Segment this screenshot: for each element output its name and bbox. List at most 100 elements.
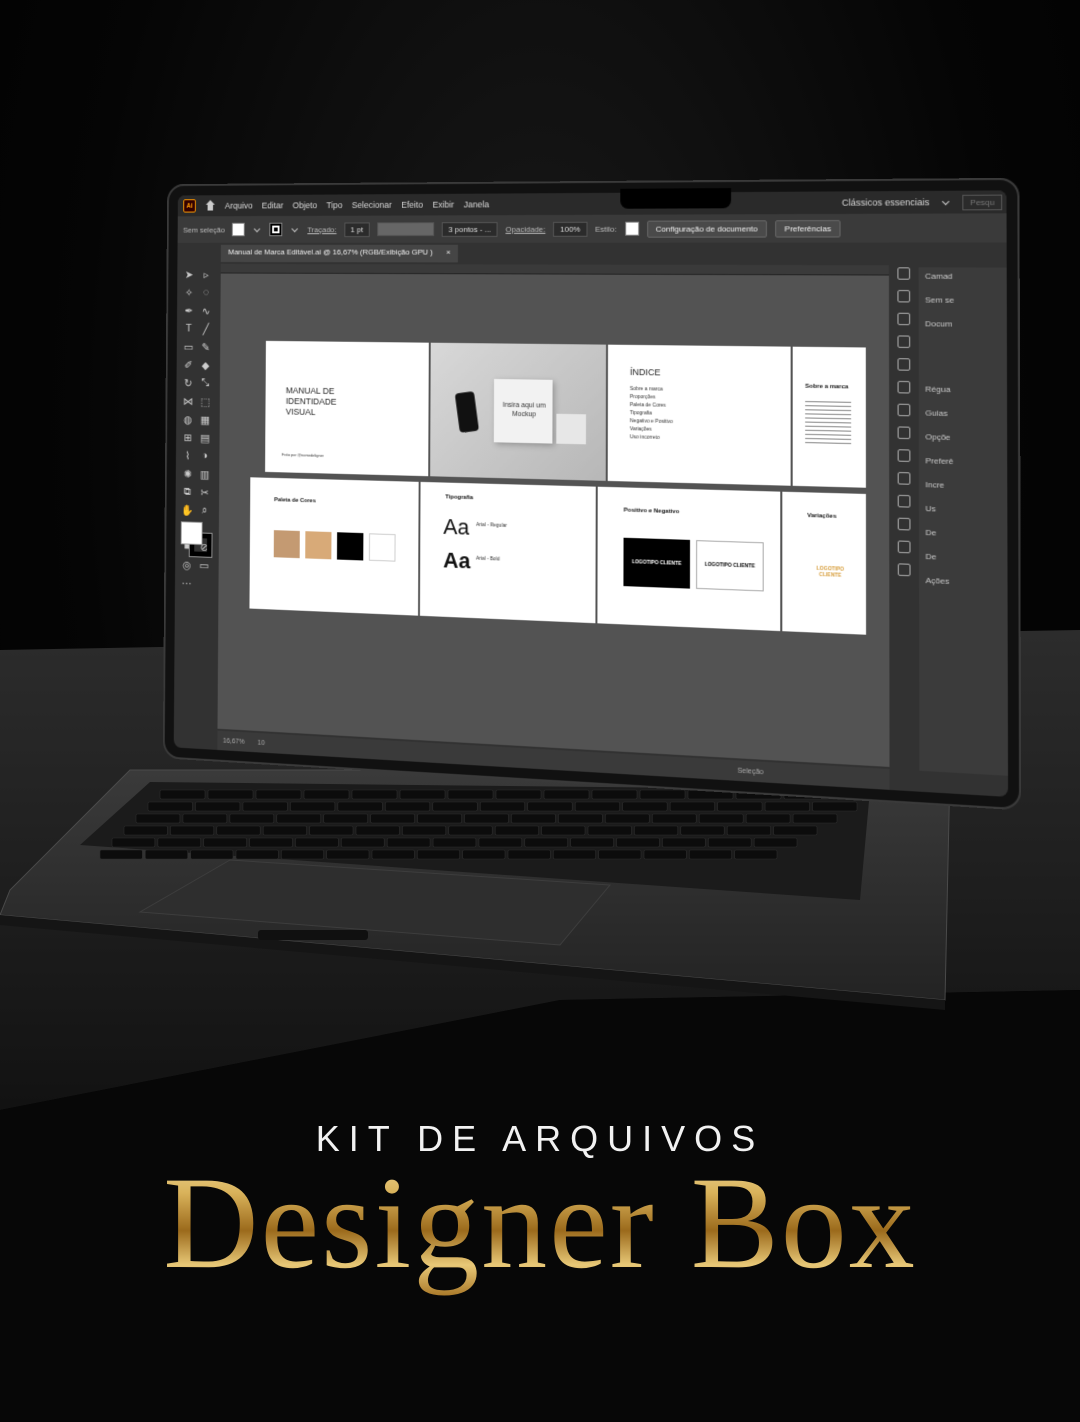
selection-tool-icon[interactable]: ➤ — [181, 266, 197, 283]
menu-objeto[interactable]: Objeto — [293, 200, 318, 210]
menu-janela[interactable]: Janela — [464, 199, 490, 209]
keyboard-key — [123, 825, 168, 836]
layers-icon[interactable] — [897, 380, 911, 394]
direct-selection-tool-icon[interactable]: ▹ — [198, 266, 214, 283]
chevron-down-icon[interactable] — [254, 225, 261, 232]
preferences-button[interactable]: Preferências — [775, 219, 841, 238]
page-number[interactable]: 10 — [258, 739, 265, 746]
fill-color-icon[interactable] — [180, 521, 203, 546]
mesh-tool-icon[interactable]: ⊞ — [180, 429, 196, 447]
artboard-tool-icon[interactable]: ⧉ — [179, 483, 195, 501]
zoom-tool-icon[interactable]: ⌕ — [196, 502, 212, 520]
panel-guides[interactable]: Guias — [925, 408, 1000, 419]
gradient-icon[interactable] — [897, 494, 911, 508]
menu-arquivo[interactable]: Arquivo — [225, 201, 253, 211]
document-tab[interactable]: Manual de Marca Editável.ai @ 16,67% (RG… — [220, 244, 459, 263]
paintbrush-tool-icon[interactable]: ✎ — [197, 338, 213, 355]
shaper-tool-icon[interactable]: ✐ — [180, 356, 196, 373]
panel-checkbox-1[interactable]: Us — [925, 504, 1000, 516]
symbols-icon[interactable] — [897, 335, 911, 348]
keyboard-key — [726, 825, 771, 836]
menu-tipo[interactable]: Tipo — [326, 200, 342, 210]
artboard-positive-negative[interactable]: Positivo e Negativo LOGOTIPO CLIENTE LOG… — [597, 486, 781, 632]
transform-icon[interactable] — [897, 403, 911, 417]
appearance-icon[interactable] — [897, 426, 911, 440]
lasso-tool-icon[interactable]: ◌ — [198, 284, 214, 301]
brush-panel-icon[interactable] — [897, 312, 911, 326]
magic-wand-tool-icon[interactable]: ✧ — [181, 284, 197, 301]
stroke-swatch[interactable] — [269, 222, 283, 237]
color-swatch-1 — [273, 530, 300, 559]
swatches-icon[interactable] — [897, 472, 911, 485]
eyedropper-tool-icon[interactable]: ⌇ — [180, 447, 196, 465]
color-icon[interactable] — [897, 449, 911, 462]
keyboard-key — [462, 849, 506, 860]
panel-tab-layers[interactable]: Camad — [925, 272, 1000, 282]
workspace-switcher[interactable]: Clássicos essenciais — [842, 197, 930, 208]
brand-title: Designer Box — [0, 1148, 1080, 1298]
type-tool-icon[interactable]: T — [180, 320, 196, 337]
scale-tool-icon[interactable]: ⤡ — [197, 374, 213, 391]
artboard-palette[interactable]: Paleta de Cores — [249, 477, 419, 616]
chevron-down-icon[interactable] — [942, 197, 950, 205]
free-transform-tool-icon[interactable]: ⬚ — [197, 393, 213, 411]
panel-preferences[interactable]: Preferê — [925, 456, 1000, 467]
opacity-input[interactable]: 100% — [553, 221, 588, 237]
artboard-mockup[interactable]: Insira aqui um Mockup — [430, 342, 607, 481]
hand-tool-icon[interactable]: ✋ — [179, 501, 195, 519]
keyboard-key — [203, 837, 247, 848]
keyboard-key — [432, 837, 477, 848]
fill-swatch[interactable] — [232, 222, 245, 237]
panel-checkbox-2[interactable]: De — [925, 528, 1000, 540]
properties-icon[interactable] — [897, 290, 911, 303]
artboard-cover[interactable]: MANUAL DE IDENTIDADE VISUAL Feito por @n… — [265, 340, 429, 477]
style-swatch[interactable] — [624, 221, 639, 236]
menu-exibir[interactable]: Exibir — [433, 200, 455, 210]
symbol-sprayer-tool-icon[interactable]: ✺ — [179, 465, 195, 483]
gradient-tool-icon[interactable]: ▤ — [197, 429, 213, 447]
chevron-down-icon[interactable] — [291, 225, 299, 232]
artboard-index[interactable]: ÍNDICE Sobre a marca Proporções Paleta d… — [607, 344, 791, 486]
align-icon[interactable] — [897, 563, 911, 577]
stroke-weight-input[interactable]: 1 pt — [343, 221, 370, 237]
brush-select[interactable]: 3 pontos - ... — [441, 221, 498, 237]
close-icon[interactable]: × — [446, 248, 451, 260]
perspective-grid-tool-icon[interactable]: ▦ — [197, 411, 213, 429]
panel-rulers[interactable]: Régua — [925, 384, 1000, 395]
keyboard-key — [543, 789, 590, 800]
stroke-icon[interactable] — [897, 517, 911, 531]
menu-editar[interactable]: Editar — [262, 201, 284, 211]
home-icon[interactable] — [205, 200, 216, 211]
pathfinder-icon[interactable] — [897, 540, 911, 554]
pen-tool-icon[interactable]: ✒ — [181, 302, 197, 319]
menu-efeito[interactable]: Efeito — [401, 200, 423, 210]
search-input[interactable]: Pesqu — [962, 194, 1003, 210]
eraser-tool-icon[interactable]: ◆ — [197, 356, 213, 373]
width-tool-icon[interactable]: ⋈ — [180, 392, 196, 409]
artboard-typography[interactable]: Tipografia Aa Arial - Regular Aa Arial -… — [419, 481, 596, 624]
rectangle-tool-icon[interactable]: ▭ — [180, 338, 196, 355]
shape-builder-tool-icon[interactable]: ◍ — [180, 410, 196, 428]
variable-width-select[interactable] — [377, 222, 435, 237]
line-tool-icon[interactable]: ╱ — [198, 320, 214, 337]
hamburger-icon[interactable] — [897, 267, 911, 280]
artboard-variations[interactable]: Variações LOGOTIPO CLIENTE — [782, 491, 867, 635]
fill-stroke-widget[interactable] — [179, 519, 213, 562]
keyboard-key — [432, 801, 478, 812]
menu-selecionar[interactable]: Selecionar — [352, 200, 392, 210]
curvature-tool-icon[interactable]: ∿ — [198, 302, 214, 319]
export-icon[interactable] — [897, 358, 911, 371]
column-graph-tool-icon[interactable]: ▥ — [197, 465, 213, 483]
blend-tool-icon[interactable]: ◑ — [197, 447, 213, 465]
keyboard-key — [616, 837, 660, 848]
more-tools-icon[interactable]: ⋯ — [179, 574, 195, 592]
artboard-canvas[interactable]: MANUAL DE IDENTIDADE VISUAL Feito por @n… — [217, 263, 890, 767]
slice-tool-icon[interactable]: ✂ — [196, 483, 212, 501]
zoom-level[interactable]: 16,67% — [223, 737, 245, 745]
rotate-tool-icon[interactable]: ↻ — [180, 374, 196, 391]
artboard-about[interactable]: Sobre a marca — [792, 346, 866, 488]
panel-checkbox-3[interactable]: De — [925, 552, 1000, 564]
document-setup-button[interactable]: Configuração de documento — [646, 219, 767, 238]
keyboard-key — [235, 849, 279, 860]
panel-options[interactable]: Opçõe — [925, 432, 1000, 443]
